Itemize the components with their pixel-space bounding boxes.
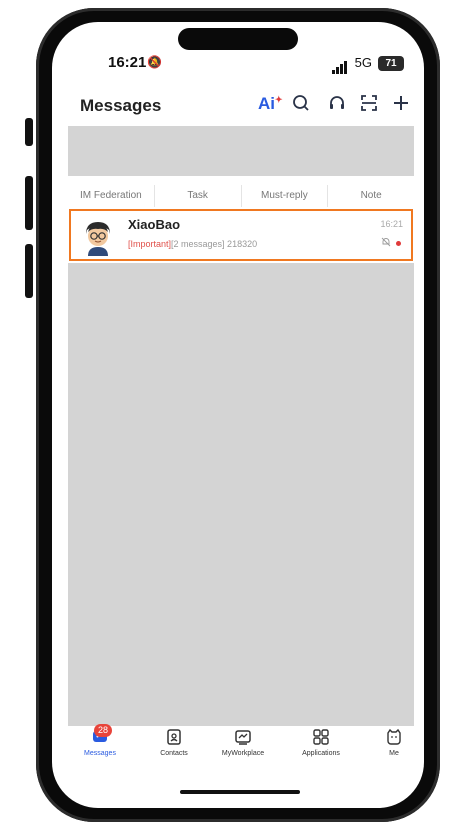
conversation-list-placeholder bbox=[68, 263, 414, 726]
tab-label: MyWorkplace bbox=[221, 750, 265, 757]
avatar bbox=[80, 218, 116, 256]
banner-placeholder bbox=[68, 126, 414, 176]
bottom-tab-bar: 28 Messages Contacts MyWorkplace Applica… bbox=[52, 724, 424, 768]
unread-dot bbox=[396, 241, 401, 246]
mute-icon bbox=[381, 237, 391, 250]
ai-label: Ai bbox=[258, 94, 275, 113]
status-time: 16:21 bbox=[108, 54, 147, 71]
tab-label: Me bbox=[389, 750, 399, 757]
tab-note[interactable]: Note bbox=[328, 185, 414, 207]
conversation-row[interactable]: XiaoBao [Important][2 messages] 218320 1… bbox=[69, 209, 413, 261]
contacts-icon bbox=[139, 728, 209, 748]
page-title: Messages bbox=[80, 96, 162, 115]
workplace-icon bbox=[208, 728, 278, 748]
unread-badge: 28 bbox=[94, 724, 113, 737]
signal-icon bbox=[332, 57, 348, 74]
preview-text: [2 messages] 218320 bbox=[171, 239, 258, 249]
scan-icon[interactable] bbox=[360, 94, 378, 117]
tab-task[interactable]: Task bbox=[155, 185, 242, 207]
important-tag: [Important] bbox=[128, 239, 172, 249]
headset-icon[interactable] bbox=[328, 94, 346, 117]
sparkle-icon: ✦ bbox=[275, 94, 283, 105]
filter-tabs: IM Federation Task Must-reply Note bbox=[68, 185, 414, 207]
contact-name: XiaoBao bbox=[128, 217, 181, 232]
volume-down-button bbox=[25, 244, 33, 298]
volume-up-button bbox=[25, 176, 33, 230]
search-icon[interactable] bbox=[292, 94, 310, 117]
tab-me[interactable]: Me bbox=[359, 728, 424, 757]
tab-myworkplace[interactable]: MyWorkplace bbox=[208, 728, 278, 757]
messages-header: Messages Ai✦ bbox=[52, 94, 424, 122]
me-cat-icon bbox=[359, 728, 424, 748]
network-type: 5G bbox=[354, 55, 372, 70]
bell-off-icon: 🔕 bbox=[147, 55, 162, 69]
battery-icon: 71 bbox=[378, 56, 404, 71]
message-preview: [Important][2 messages] 218320 bbox=[128, 239, 257, 249]
phone-screen: 16:21 🔕 5G 71 Messages Ai✦ IM Federation… bbox=[52, 22, 424, 808]
message-time: 16:21 bbox=[380, 219, 403, 229]
tab-im-federation[interactable]: IM Federation bbox=[68, 185, 155, 207]
status-bar: 16:21 🔕 5G 71 bbox=[52, 54, 424, 76]
tab-contacts[interactable]: Contacts bbox=[139, 728, 209, 757]
home-indicator[interactable] bbox=[180, 790, 300, 794]
tab-must-reply[interactable]: Must-reply bbox=[242, 185, 329, 207]
tab-messages[interactable]: 28 Messages bbox=[65, 724, 135, 757]
tab-label: Messages bbox=[84, 750, 116, 757]
dynamic-island bbox=[178, 28, 298, 50]
applications-grid-icon bbox=[286, 728, 356, 748]
tab-label: Applications bbox=[302, 750, 340, 757]
mute-switch bbox=[25, 118, 33, 146]
tab-applications[interactable]: Applications bbox=[286, 728, 356, 757]
ai-assistant-button[interactable]: Ai✦ bbox=[258, 94, 283, 114]
tab-label: Contacts bbox=[160, 750, 188, 757]
add-icon[interactable] bbox=[392, 94, 410, 117]
